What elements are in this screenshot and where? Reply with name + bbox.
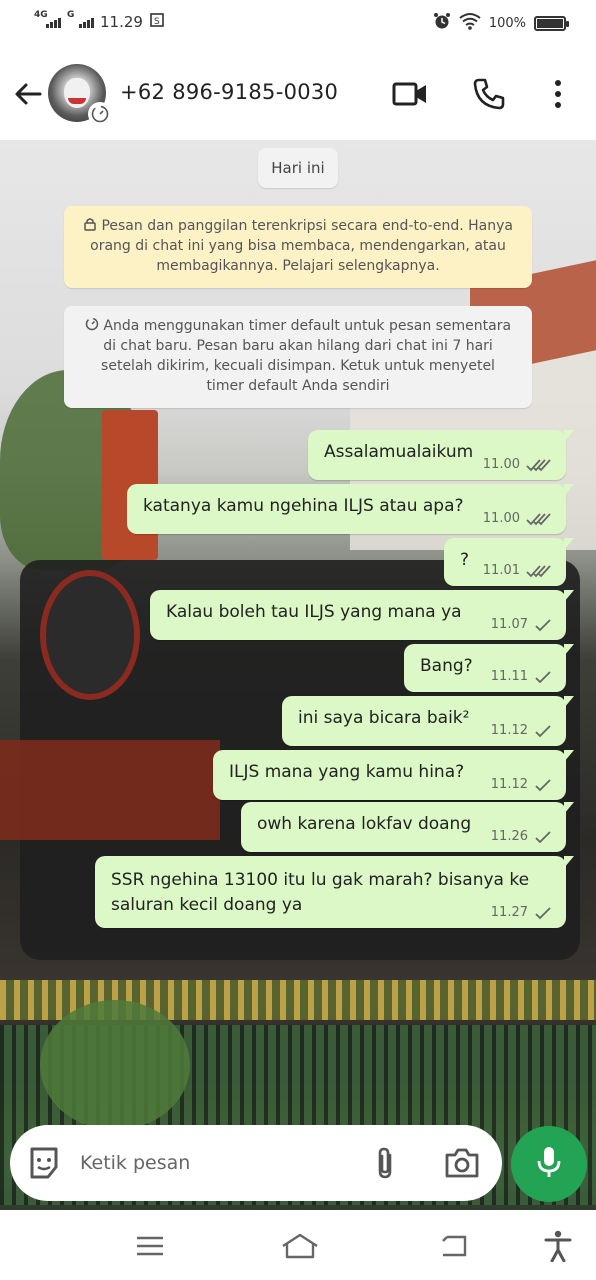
timer-icon [85,317,99,334]
message-text: SSR ngehina 13100 itu lu gak marah? bisa… [111,870,530,915]
battery-icon [534,15,569,31]
chat-area[interactable]: Hari ini Pesan dan panggilan terenkripsi… [0,140,596,1210]
system-nav-bar [0,1210,596,1280]
double-check-icon [526,458,551,471]
avatar[interactable] [48,64,112,126]
message-bubble[interactable]: Bang? 11.11 [404,644,574,692]
timer-notice[interactable]: Anda menggunakan timer default untuk pes… [64,306,532,408]
battery-percent: 100% [488,15,526,31]
message-time: 11.00 [482,457,520,472]
message-bubble[interactable]: ILJS mana yang kamu hina? 11.12 [213,750,574,800]
encryption-notice[interactable]: Pesan dan panggilan terenkripsi secara e… [64,206,532,288]
message-text: owh karena lokfav doang [257,814,472,834]
more-options-icon[interactable] [540,76,576,112]
message-bubble[interactable]: SSR ngehina 13100 itu lu gak marah? bisa… [95,856,574,928]
double-check-icon [526,564,551,577]
signal-g-icon: G [67,10,94,28]
message-bubble[interactable]: ini saya bicara baik² 11.12 [282,696,574,746]
message-bubble[interactable]: Kalau boleh tau ILJS yang mana ya 11.07 [150,590,574,640]
emoji-sticker-icon[interactable] [26,1145,62,1185]
status-left: 4G G 11.29 S [34,10,165,32]
menu-icon[interactable] [134,1230,166,1262]
disappearing-timer-icon [88,102,112,126]
back-arrow-icon[interactable] [10,76,46,112]
message-time: 11.12 [490,723,528,738]
mic-button[interactable] [511,1126,587,1202]
message-bubble[interactable]: katanya kamu ngehina ILJS atau apa? 11.0… [127,484,574,534]
single-check-icon [535,618,551,631]
attach-icon[interactable] [370,1145,400,1185]
wallpaper-bush [40,1000,190,1130]
double-check-icon [526,512,551,525]
message-text: ? [460,550,470,570]
status-bar: 4G G 11.29 S 100% [0,0,596,46]
camera-icon[interactable] [444,1145,480,1185]
svg-text:S: S [154,17,160,27]
message-time: 11.11 [490,669,528,684]
date-chip: Hari ini [258,148,338,188]
single-check-icon [535,906,551,919]
status-right: 100% [433,12,569,34]
single-check-icon [535,778,551,791]
status-time: 11.29 [100,13,143,31]
encryption-text: Pesan dan panggilan terenkripsi secara e… [90,218,513,274]
message-bubble[interactable]: owh karena lokfav doang 11.26 [241,802,574,852]
single-check-icon [535,670,551,683]
video-call-icon[interactable] [392,76,428,112]
home-icon[interactable] [280,1230,320,1262]
single-check-icon [535,830,551,843]
voice-call-icon[interactable] [471,76,507,112]
message-time: 11.26 [490,829,528,844]
wallpaper-boiler [40,570,140,700]
message-text: katanya kamu ngehina ILJS atau apa? [143,496,464,516]
message-text: ILJS mana yang kamu hina? [229,762,465,782]
single-check-icon [535,724,551,737]
message-text: ini saya bicara baik² [298,708,470,728]
message-input[interactable]: Ketik pesan [80,1152,190,1174]
alarm-icon [433,12,451,34]
message-time: 11.07 [490,617,528,632]
contact-name[interactable]: +62 896-9185-0030 [120,80,338,104]
message-text: Bang? [420,656,473,676]
accessibility-icon[interactable] [542,1230,574,1262]
message-time: 11.00 [482,511,520,526]
back-icon[interactable] [438,1230,470,1262]
message-text: Kalau boleh tau ILJS yang mana ya [166,602,462,622]
message-bubble[interactable]: ? 11.01 [444,538,574,586]
message-text: Assalamualaikum [324,442,474,462]
lock-icon [83,218,97,234]
chat-header: +62 896-9185-0030 [0,46,596,140]
mic-icon [535,1144,563,1184]
wifi-icon [459,12,481,34]
message-time: 11.12 [490,777,528,792]
timer-text: Anda menggunakan timer default untuk pes… [101,318,512,394]
message-bubble[interactable]: Assalamualaikum 11.00 [308,430,574,480]
screenshot-notify-icon: S [149,12,165,32]
signal-4g-icon: 4G [34,10,61,28]
message-time: 11.01 [482,563,520,578]
message-composer[interactable]: Ketik pesan [10,1125,502,1201]
wallpaper-red-frame [0,740,220,840]
message-time: 11.27 [490,905,528,920]
